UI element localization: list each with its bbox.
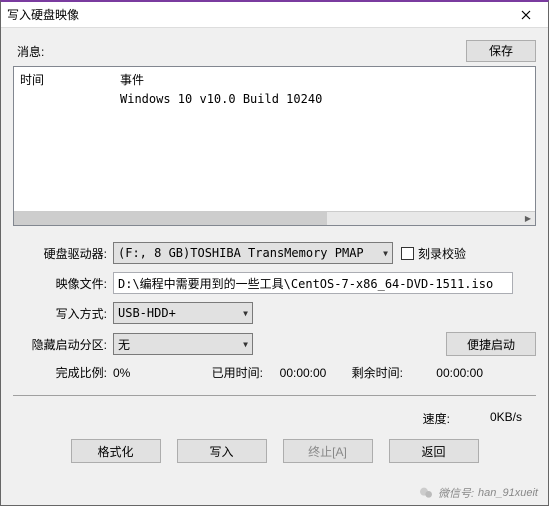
write-disk-image-dialog: 写入硬盘映像 消息: 保存 时间 事件 Windows 10 v10.0 Bui… [0,0,549,506]
verify-label: 刻录校验 [418,245,466,262]
speed-value: 0KB/s [490,410,522,427]
image-path-value: D:\编程中需要用到的一些工具\CentOS-7-x86_64-DVD-1511… [118,275,493,292]
chevron-down-icon: ▼ [243,340,248,349]
progress-value: 0% [113,366,203,380]
chevron-down-icon: ▼ [383,249,388,258]
image-label: 映像文件: [13,275,113,292]
chevron-down-icon: ▼ [243,309,248,318]
progress-label: 完成比例: [13,364,113,381]
wechat-icon [418,485,434,501]
speed-label: 速度: [423,410,450,427]
horizontal-scrollbar[interactable]: ◀ ▶ [14,211,535,225]
table-header: 时间 事件 [14,67,535,92]
footer-id: han_91xueit [478,487,538,499]
drive-value: (F:, 8 GB)TOSHIBA TransMemory PMAP [118,246,364,260]
action-buttons: 格式化 写入 终止[A] 返回 [13,439,536,463]
divider [13,395,536,396]
abort-button: 终止[A] [283,439,373,463]
table-body: Windows 10 v10.0 Build 10240 [14,92,535,211]
cell-time [20,92,120,106]
col-event-header: 事件 [120,71,529,88]
remain-value: 00:00:00 [403,366,483,380]
messages-label: 消息: [17,43,466,60]
speed-row: 速度: 0KB/s [13,410,536,427]
elapsed-label: 已用时间: [203,364,263,381]
save-button[interactable]: 保存 [466,40,536,62]
back-button[interactable]: 返回 [389,439,479,463]
method-value: USB-HDD+ [118,306,176,320]
col-time-header: 时间 [20,71,120,88]
method-label: 写入方式: [13,305,113,322]
table-row: Windows 10 v10.0 Build 10240 [20,92,529,106]
drive-select[interactable]: (F:, 8 GB)TOSHIBA TransMemory PMAP ▼ [113,242,393,264]
hidden-partition-select[interactable]: 无 ▼ [113,333,253,355]
partition-value: 无 [118,336,130,353]
messages-table: 时间 事件 Windows 10 v10.0 Build 10240 ◀ ▶ [13,66,536,226]
write-method-select[interactable]: USB-HDD+ ▼ [113,302,253,324]
scroll-thumb[interactable] [14,212,327,225]
scroll-right-icon[interactable]: ▶ [521,212,535,225]
form-area: 硬盘驱动器: (F:, 8 GB)TOSHIBA TransMemory PMA… [13,242,536,381]
remain-label: 剩余时间: [343,364,403,381]
image-path-input[interactable]: D:\编程中需要用到的一些工具\CentOS-7-x86_64-DVD-1511… [113,272,513,294]
titlebar: 写入硬盘映像 [1,2,548,28]
format-button[interactable]: 格式化 [71,439,161,463]
footer-prefix: 微信号: [438,485,474,501]
partition-label: 隐藏启动分区: [13,336,113,353]
close-button[interactable] [510,4,542,26]
write-button[interactable]: 写入 [177,439,267,463]
window-title: 写入硬盘映像 [7,6,510,23]
portable-boot-button[interactable]: 便捷启动 [446,332,536,356]
close-icon [521,10,531,20]
footer-watermark: 微信号: han_91xueit [418,485,538,501]
elapsed-value: 00:00:00 [263,366,343,380]
verify-checkbox[interactable] [401,247,414,260]
dialog-content: 消息: 保存 时间 事件 Windows 10 v10.0 Build 1024… [1,28,548,475]
verify-checkbox-wrap[interactable]: 刻录校验 [401,245,466,262]
cell-event: Windows 10 v10.0 Build 10240 [120,92,529,106]
drive-label: 硬盘驱动器: [13,245,113,262]
